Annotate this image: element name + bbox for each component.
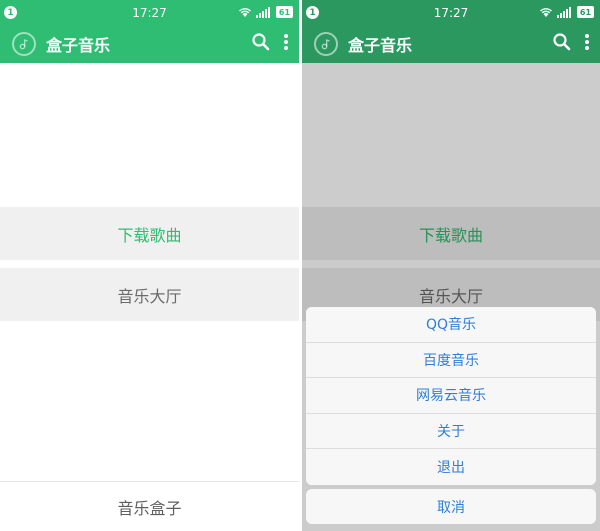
cancel-button[interactable]: 取消 [306,489,596,524]
app-toolbar: 盒子音乐 [0,25,299,63]
action-qq-music[interactable]: QQ音乐 [306,307,596,343]
music-hall-button[interactable]: 音乐大厅 [0,268,299,321]
music-note-circle-icon [314,32,338,56]
status-bar: 1 17:27 61 [302,0,600,25]
wifi-icon [540,7,552,17]
screen-main: 1 17:27 61 盒子音乐 下载歌曲 音乐大厅 音乐盒子 [0,0,299,531]
status-bar: 1 17:27 61 [0,0,299,25]
action-sheet: QQ音乐 百度音乐 网易云音乐 关于 退出 [306,307,596,485]
more-vertical-icon[interactable] [283,32,289,52]
action-about[interactable]: 关于 [306,413,596,450]
signal-icon [256,6,270,18]
search-icon[interactable] [552,32,572,52]
download-songs-button[interactable]: 下载歌曲 [0,207,299,260]
footer-music-box[interactable]: 音乐盒子 [0,481,299,531]
battery-icon: 61 [276,6,293,18]
signal-icon [557,6,571,18]
action-exit[interactable]: 退出 [306,449,596,485]
app-toolbar: 盒子音乐 [302,25,600,63]
action-baidu-music[interactable]: 百度音乐 [306,342,596,379]
download-songs-button[interactable]: 下载歌曲 [302,207,600,260]
search-icon[interactable] [251,32,271,52]
screen-action-sheet: 1 17:27 61 盒子音乐 下载歌曲 音乐大厅 QQ音乐 百度音乐 网易云音… [302,0,600,531]
action-netease-music[interactable]: 网易云音乐 [306,378,596,414]
more-vertical-icon[interactable] [584,32,590,52]
wifi-icon [239,7,251,17]
app-title: 盒子音乐 [348,36,413,55]
music-note-circle-icon [12,32,36,56]
battery-icon: 61 [577,6,594,18]
app-title: 盒子音乐 [46,36,111,55]
